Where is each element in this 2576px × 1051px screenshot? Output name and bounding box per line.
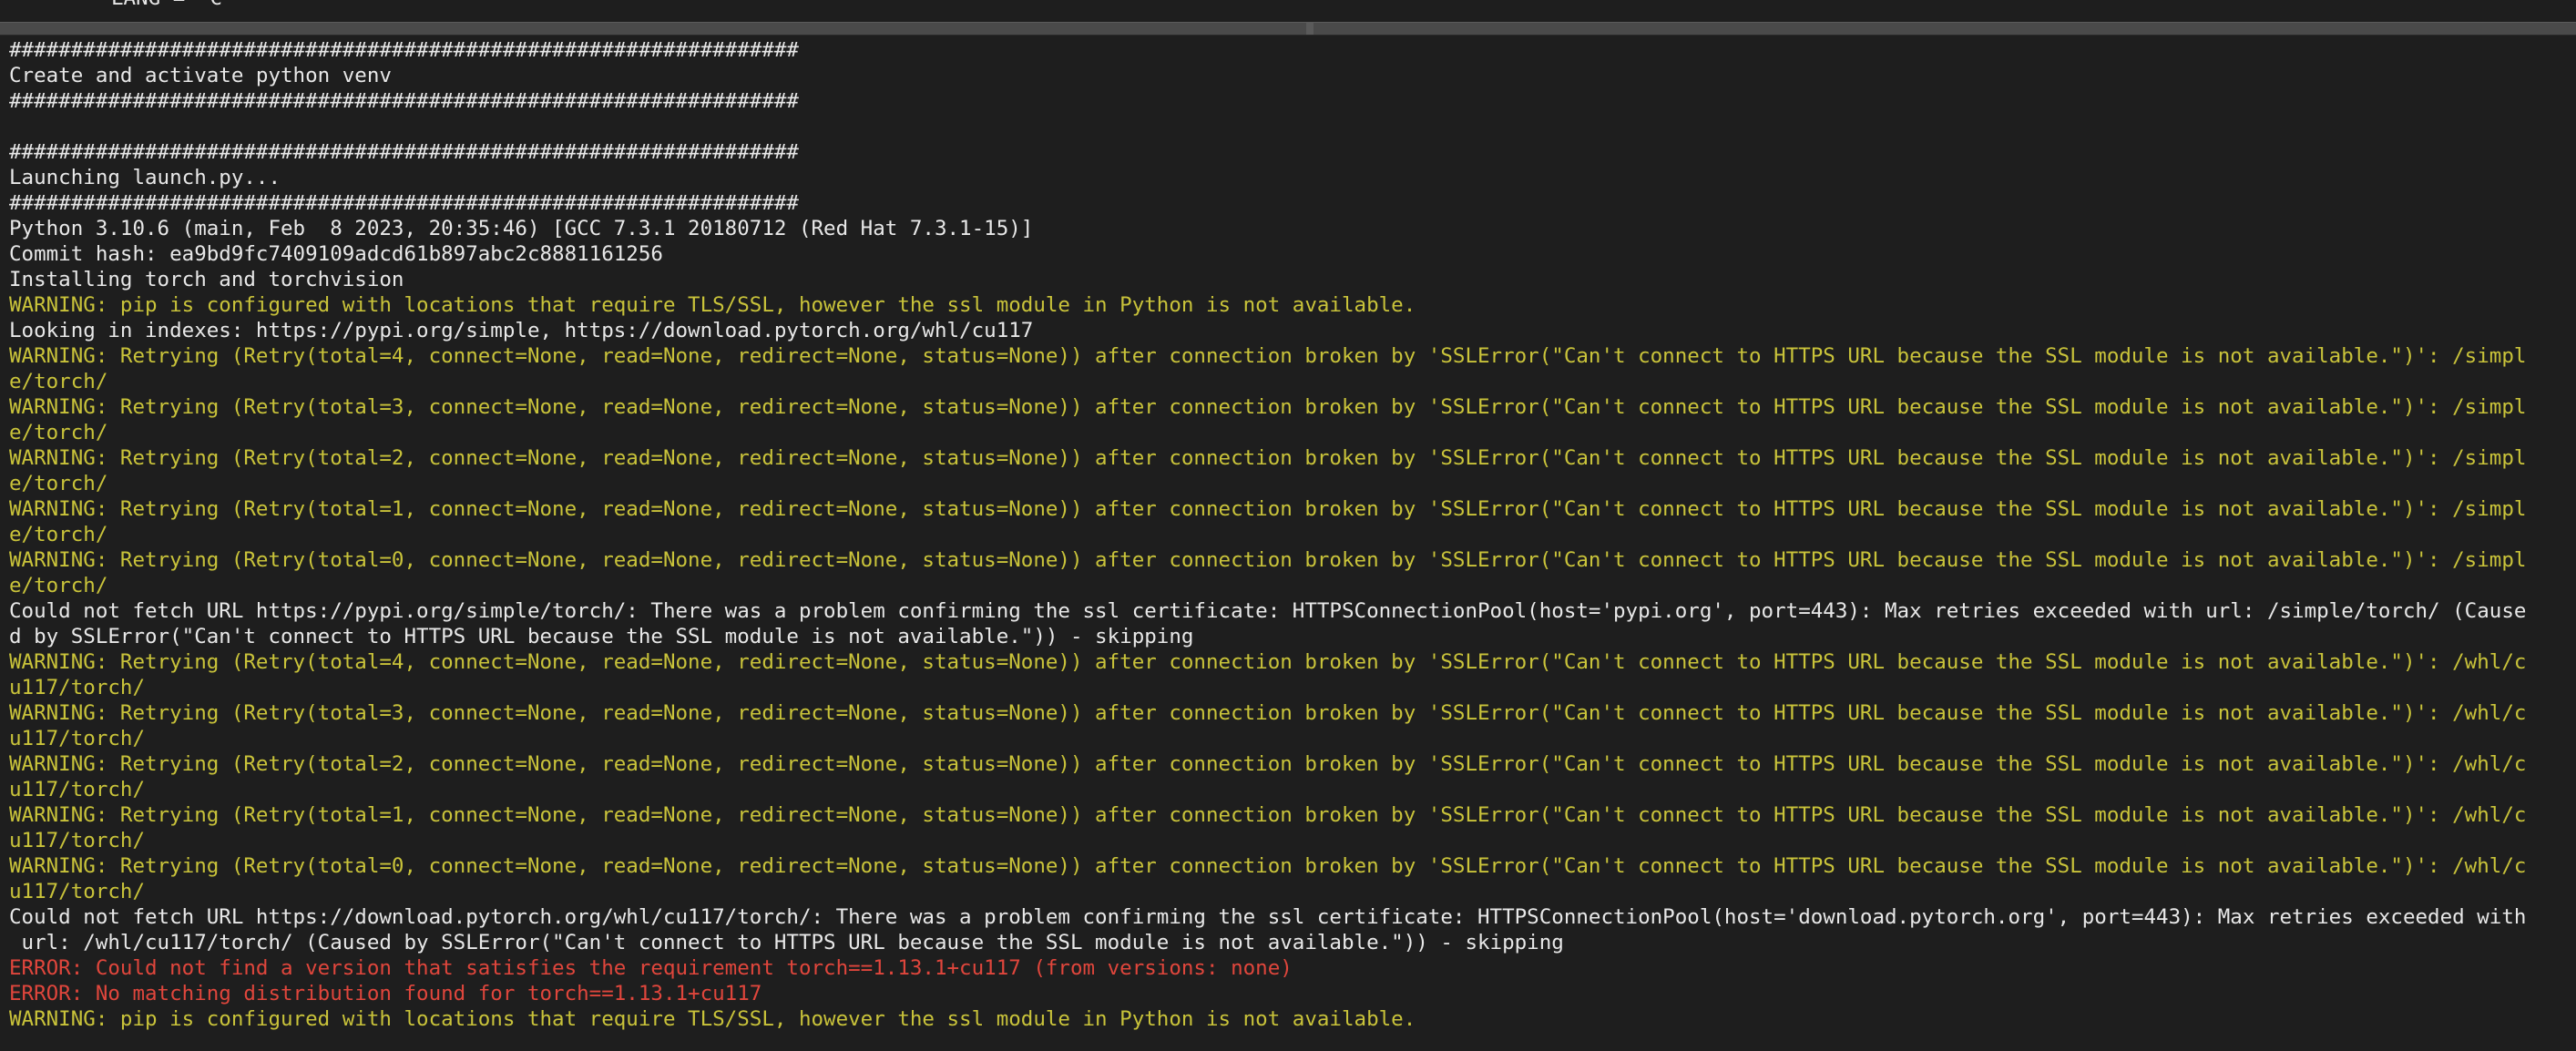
terminal-line-warning: u117/torch/ — [9, 778, 146, 801]
terminal-line-error: ERROR: No matching distribution found fo… — [9, 982, 762, 1005]
terminal-line-normal: ########################################… — [9, 191, 799, 215]
terminal-line-error: ERROR: Could not find a version that sat… — [9, 956, 1293, 980]
terminal-line-warning: WARNING: Retrying (Retry(total=2, connec… — [9, 752, 2527, 776]
terminal-output[interactable]: ########################################… — [9, 37, 2576, 1032]
terminal-line-warning: WARNING: Retrying (Retry(total=4, connec… — [9, 344, 2527, 368]
terminal-line-normal: Launching launch.py... — [9, 166, 281, 189]
terminal-line-normal: url: /whl/cu117/torch/ (Caused by SSLErr… — [9, 931, 1564, 954]
terminal-line-normal: Could not fetch URL https://pypi.org/sim… — [9, 599, 2527, 623]
terminal-line-warning: WARNING: Retrying (Retry(total=0, connec… — [9, 548, 2527, 572]
terminal-line-warning: WARNING: pip is configured with location… — [9, 293, 1416, 317]
previous-output-line: LANG = "C" — [111, 0, 234, 11]
terminal-line-normal: Commit hash: ea9bd9fc7409109adcd61b897ab… — [9, 242, 663, 266]
terminal-line-warning: e/torch/ — [9, 370, 108, 393]
terminal-line-warning: WARNING: Retrying (Retry(total=1, connec… — [9, 497, 2527, 521]
divider-handle[interactable] — [1306, 23, 1314, 35]
terminal-line-normal: Could not fetch URL https://download.pyt… — [9, 905, 2527, 929]
terminal-line-normal: Create and activate python venv — [9, 64, 392, 87]
terminal-line-warning: WARNING: Retrying (Retry(total=4, connec… — [9, 650, 2527, 674]
terminal-line-warning: e/torch/ — [9, 472, 108, 495]
terminal-line-warning: e/torch/ — [9, 523, 108, 546]
terminal-line-normal: ########################################… — [9, 140, 799, 164]
terminal-line-warning: WARNING: Retrying (Retry(total=2, connec… — [9, 446, 2527, 470]
terminal-line-warning: WARNING: Retrying (Retry(total=1, connec… — [9, 803, 2527, 827]
previous-output-strip: LANG = "C" — [0, 0, 2576, 21]
terminal-line-warning: u117/torch/ — [9, 880, 146, 903]
terminal-window[interactable]: LANG = "C" #############################… — [0, 0, 2576, 1051]
terminal-line-normal: Installing torch and torchvision — [9, 268, 404, 291]
terminal-line-normal: Looking in indexes: https://pypi.org/sim… — [9, 319, 1034, 342]
terminal-line-normal: Python 3.10.6 (main, Feb 8 2023, 20:35:4… — [9, 217, 1034, 240]
pane-divider[interactable] — [0, 22, 2576, 36]
terminal-line-normal: ########################################… — [9, 89, 799, 113]
terminal-line-warning: e/torch/ — [9, 421, 108, 444]
terminal-line-warning: u117/torch/ — [9, 727, 146, 750]
terminal-line-warning: WARNING: Retrying (Retry(total=3, connec… — [9, 701, 2527, 725]
terminal-line-warning: e/torch/ — [9, 574, 108, 597]
terminal-line-warning: u117/torch/ — [9, 829, 146, 852]
terminal-line-normal: d by SSLError("Can't connect to HTTPS UR… — [9, 625, 1194, 648]
terminal-line-warning: WARNING: Retrying (Retry(total=0, connec… — [9, 854, 2527, 878]
terminal-line-warning: WARNING: Retrying (Retry(total=3, connec… — [9, 395, 2527, 419]
terminal-line-warning: u117/torch/ — [9, 676, 146, 699]
terminal-line-normal: ########################################… — [9, 38, 799, 62]
terminal-line-warning: WARNING: pip is configured with location… — [9, 1007, 1416, 1031]
